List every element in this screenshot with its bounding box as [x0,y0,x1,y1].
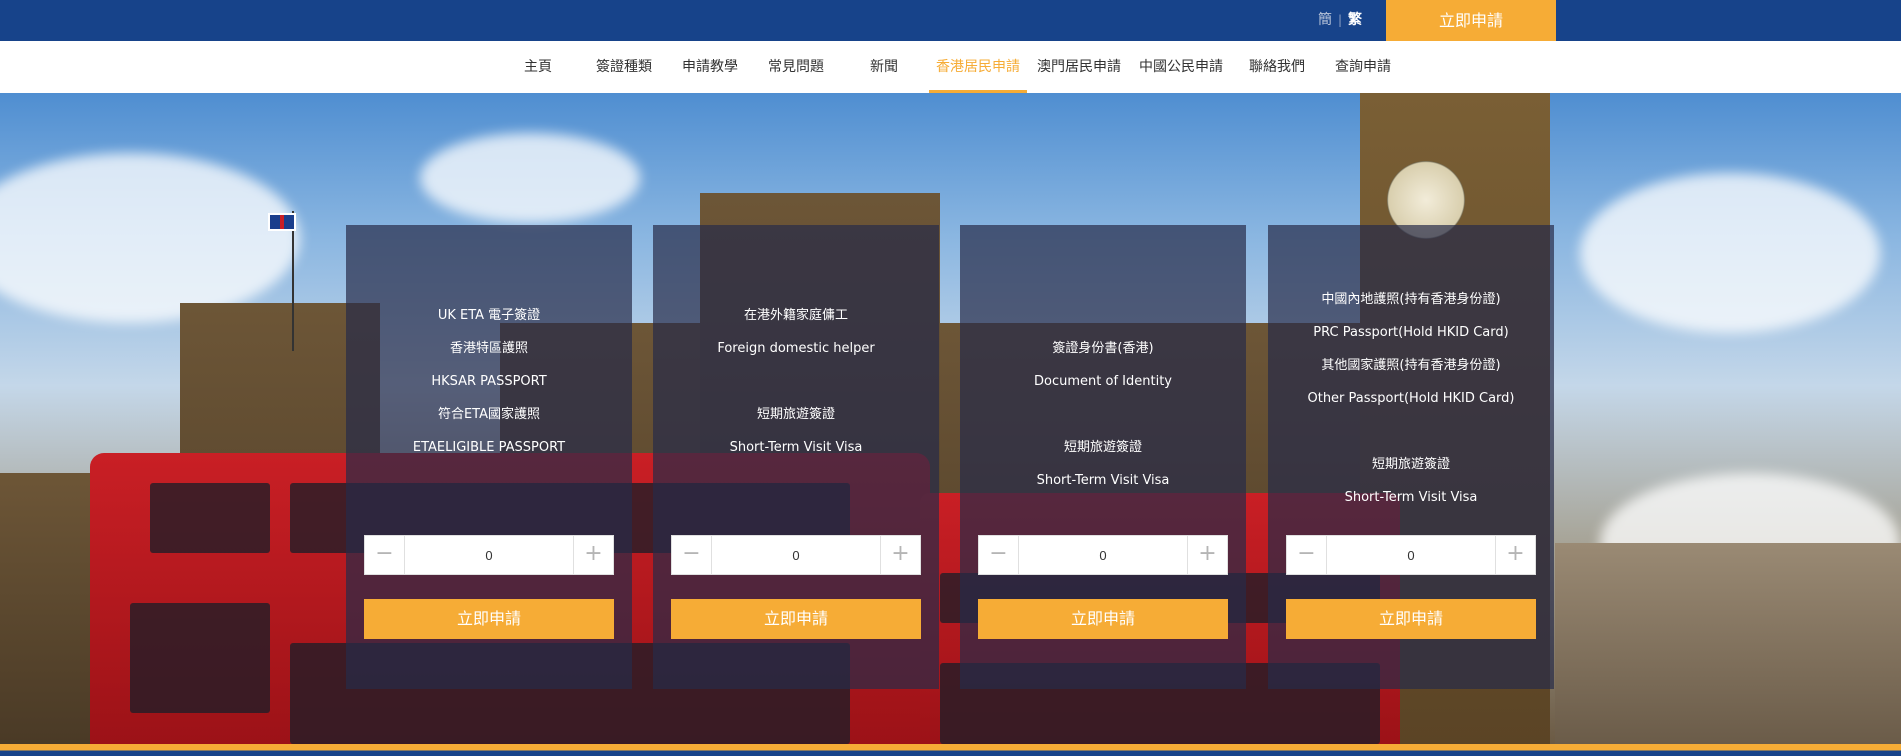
background-cloud [1580,173,1880,333]
card-line: Other Passport(Hold HKID Card) [1307,391,1515,406]
lang-separator: | [1338,13,1343,27]
card-line: 符合ETA國家護照 [437,407,541,422]
quantity-input[interactable] [1019,536,1187,574]
quantity-input[interactable] [1327,536,1495,574]
visa-card-hksar-passport: UK ETA 電子簽證 香港特區護照 HKSAR PASSPORT 符合ETA國… [346,225,632,689]
card-line: Foreign domestic helper [717,341,875,356]
quantity-stepper: − + [364,535,614,575]
quantity-stepper: − + [1286,535,1536,575]
nav-item-visa-types[interactable]: 簽證種類 [591,41,657,93]
card-line [1268,415,1554,448]
quantity-stepper: − + [978,535,1228,575]
hero-banner: UK ETA 電子簽證 香港特區護照 HKSAR PASSPORT 符合ETA國… [0,93,1901,744]
card-line: 中國內地護照(持有香港身份證) [1321,292,1501,307]
bus-window [130,603,270,713]
decrement-button[interactable]: − [672,536,712,574]
card-line: PRC Passport(Hold HKID Card) [1313,325,1509,340]
card-apply-button[interactable]: 立即申請 [671,599,921,639]
footer-bar [0,744,1901,756]
card-line: 其他國家護照(持有香港身份證) [1321,358,1501,373]
card-line: 在港外籍家庭傭工 [743,308,848,323]
quantity-input[interactable] [712,536,880,574]
card-line: 短期旅遊簽證 [1371,457,1450,472]
flag-pole [292,211,294,351]
nav-item-macau-residents[interactable]: 澳門居民申請 [1033,41,1125,93]
background-building [1555,543,1901,744]
top-bar: 簡 | 繁 立即申請 [0,0,1901,41]
decrement-button[interactable]: − [365,536,405,574]
visa-card-hkid-holder: 中國內地護照(持有香港身份證) PRC Passport(Hold HKID C… [1268,225,1554,689]
quantity-stepper: − + [671,535,921,575]
card-line: HKSAR PASSPORT [431,374,547,389]
nav-item-home[interactable]: 主頁 [513,41,563,93]
card-apply-button[interactable]: 立即申請 [978,599,1228,639]
card-description: 簽證身份書(香港) Document of Identity 短期旅遊簽證 Sh… [960,332,1246,497]
card-description: 在港外籍家庭傭工 Foreign domestic helper 短期旅遊簽證 … [653,299,939,464]
visa-card-document-of-identity: 簽證身份書(香港) Document of Identity 短期旅遊簽證 Sh… [960,225,1246,689]
card-description: UK ETA 電子簽證 香港特區護照 HKSAR PASSPORT 符合ETA國… [346,299,632,464]
card-line: 短期旅遊簽證 [756,407,835,422]
card-apply-button[interactable]: 立即申請 [364,599,614,639]
visa-card-domestic-helper: 在港外籍家庭傭工 Foreign domestic helper 短期旅遊簽證 … [653,225,939,689]
increment-button[interactable]: + [573,536,613,574]
nav-item-check-application[interactable]: 查詢申請 [1330,41,1396,93]
card-line: 香港特區護照 [449,341,528,356]
increment-button[interactable]: + [880,536,920,574]
language-switcher: 簡 | 繁 [1318,10,1362,30]
card-line: 短期旅遊簽證 [1063,440,1142,455]
uk-flag [268,213,296,231]
lang-traditional[interactable]: 繁 [1348,12,1362,28]
decrement-button[interactable]: − [979,536,1019,574]
card-line: UK ETA 電子簽證 [437,308,541,323]
nav-item-contact-us[interactable]: 聯絡我們 [1244,41,1310,93]
card-line: Short-Term Visit Visa [729,440,863,455]
header-apply-button[interactable]: 立即申請 [1386,0,1556,41]
card-description: 中國內地護照(持有香港身份證) PRC Passport(Hold HKID C… [1268,283,1554,514]
background-cloud [420,133,640,223]
card-line: Short-Term Visit Visa [1344,490,1478,505]
card-line: Short-Term Visit Visa [1036,473,1170,488]
main-nav: 主頁 簽證種類 申請教學 常見問題 新聞 香港居民申請 澳門居民申請 中國公民申… [0,41,1901,93]
nav-item-faq[interactable]: 常見問題 [763,41,829,93]
card-line: ETAELIGIBLE PASSPORT [412,440,566,455]
increment-button[interactable]: + [1495,536,1535,574]
increment-button[interactable]: + [1187,536,1227,574]
decrement-button[interactable]: − [1287,536,1327,574]
nav-item-application-guide[interactable]: 申請教學 [677,41,743,93]
card-line: Document of Identity [1034,374,1172,389]
nav-item-china-citizens[interactable]: 中國公民申請 [1135,41,1227,93]
nav-item-news[interactable]: 新聞 [859,41,909,93]
quantity-input[interactable] [405,536,573,574]
background-cloud [0,153,300,323]
card-line: 簽證身份書(香港) [1052,341,1154,356]
bus-window [150,483,270,553]
card-line [653,365,939,398]
card-apply-button[interactable]: 立即申請 [1286,599,1536,639]
card-line [960,398,1246,431]
nav-item-hk-residents[interactable]: 香港居民申請 [929,41,1027,93]
lang-simplified[interactable]: 簡 [1318,12,1332,28]
